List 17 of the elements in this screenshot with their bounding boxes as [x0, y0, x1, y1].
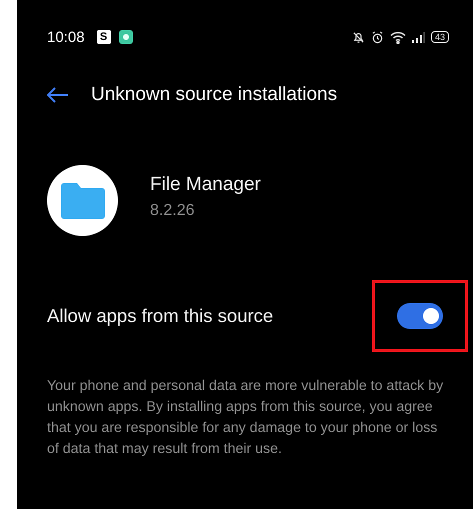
app-version: 8.2.26: [150, 202, 196, 220]
setting-label: Allow apps from this source: [47, 305, 274, 327]
app-name: File Manager: [150, 174, 261, 196]
signal-icon: [412, 32, 425, 42]
wifi-icon: [390, 30, 406, 44]
battery-level: 43: [430, 31, 449, 43]
notification-icon: S: [96, 30, 111, 44]
back-button[interactable]: [47, 87, 69, 103]
toggle-switch[interactable]: [397, 303, 443, 329]
alarm-icon: [370, 30, 384, 44]
page-title: Unknown source installations: [91, 84, 338, 106]
status-time: 10:08: [47, 28, 85, 46]
bell-off-icon: [352, 30, 365, 44]
back-arrow-icon: [47, 87, 69, 103]
folder-icon: [60, 182, 104, 218]
warning-text: Your phone and personal data are more vulnerable to attack by unknown apps. By installing apps from this source, you agree that you are responsible for any damage to your phone or loss of data that may result from their use.: [47, 377, 444, 459]
app-notification-icon: [118, 30, 133, 44]
